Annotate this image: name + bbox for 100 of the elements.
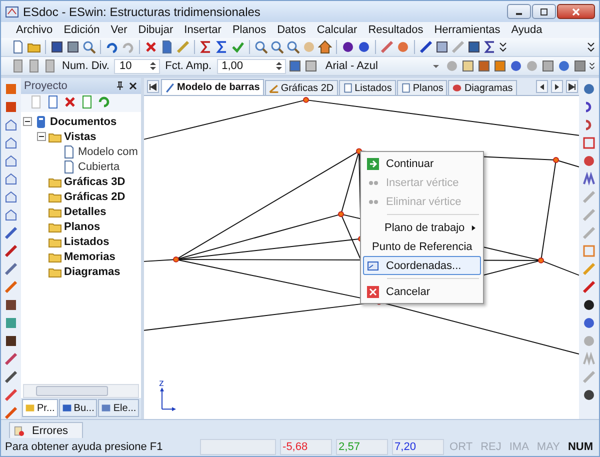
tree-item[interactable]: Documentos [50,116,117,128]
tree-item[interactable]: Gráficas 3D [64,176,126,188]
dot-icon[interactable] [582,154,596,168]
square-icon[interactable] [572,59,587,73]
box-icon[interactable] [4,154,18,168]
dot-icon[interactable] [582,82,596,96]
dot-icon[interactable] [341,40,355,54]
num-div-field[interactable]: 10 [114,58,160,74]
box-icon[interactable] [4,136,18,150]
pin-icon[interactable] [115,81,125,91]
minimize-button[interactable] [507,4,531,19]
next-tab-button[interactable] [551,80,563,93]
dot-icon[interactable] [582,316,596,330]
maximize-button[interactable] [532,4,556,19]
menu-item[interactable]: Punto de Referencia [363,237,481,256]
page-icon[interactable] [160,40,174,54]
page-icon[interactable] [43,59,57,73]
box-icon[interactable] [4,172,18,186]
magnifier-icon[interactable] [254,40,268,54]
menu-item[interactable]: Herramientas [429,23,506,37]
tree-item[interactable]: Diagramas [64,266,120,278]
expander-icon[interactable] [23,117,32,126]
menu-item[interactable]: Datos [272,23,311,37]
dot-icon[interactable] [444,59,459,73]
magnifier-icon[interactable] [82,40,96,54]
pencil-icon[interactable] [419,40,433,54]
menu-item[interactable]: Ver [106,23,132,37]
square-icon[interactable] [50,40,64,54]
tree-item[interactable]: Cubierta [78,160,120,172]
chevron-icon[interactable] [587,41,595,53]
square-icon[interactable] [582,136,596,150]
page-icon[interactable] [304,59,318,73]
pencil-icon[interactable] [4,226,18,240]
last-tab-button[interactable] [566,80,578,93]
chevron-icon[interactable] [588,60,595,72]
block-icon[interactable] [4,334,18,348]
menu-item[interactable]: Dibujar [133,23,178,37]
menu-item[interactable]: Ayuda [506,23,548,37]
page-icon[interactable] [11,40,25,54]
pencil-icon[interactable] [4,406,18,420]
menu-item[interactable]: Archivo [11,23,58,37]
page-icon[interactable] [460,59,475,73]
square-icon[interactable] [66,40,80,54]
document-tab[interactable]: Listados [338,80,396,95]
zigzag-icon[interactable] [582,172,596,186]
pencil-icon[interactable] [4,388,18,402]
house-icon[interactable] [318,40,332,54]
dot-icon[interactable] [582,298,596,312]
tree-item[interactable]: Memorias [64,250,116,262]
close-icon[interactable] [128,81,138,91]
close-button[interactable] [557,4,595,19]
page-icon[interactable] [27,59,41,73]
dot-icon[interactable] [357,40,371,54]
dot-icon[interactable] [582,388,596,402]
pencil-icon[interactable] [4,280,18,294]
square-icon[interactable] [435,40,449,54]
square-icon[interactable] [467,40,481,54]
menu-item[interactable]: Insertar [179,23,226,37]
expander-icon[interactable] [37,132,46,141]
tree-item[interactable]: Planos [64,220,100,232]
menu-item[interactable]: Plano de trabajo [363,218,481,237]
previous-tab-button[interactable] [536,80,548,93]
zigzag-icon[interactable] [215,40,229,54]
tree-item[interactable]: Gráficas 2D [64,190,126,202]
pencil-icon[interactable] [4,262,18,276]
document-tab[interactable]: Modelo de barras [161,79,264,95]
box-icon[interactable] [4,118,18,132]
square-icon[interactable] [492,59,507,73]
menu-item[interactable]: Edición [58,23,105,37]
spinner-icon[interactable] [149,60,158,72]
tree-item[interactable]: Vistas [64,130,96,142]
magnifier-icon[interactable] [270,40,284,54]
page-icon[interactable] [46,95,60,109]
style-dropdown[interactable]: Arial - Azul [320,58,443,74]
block-icon[interactable] [4,298,18,312]
zigzag-icon[interactable] [483,40,497,54]
square-icon[interactable] [288,59,302,73]
menu-item[interactable]: Calcular [312,23,362,37]
cross-icon[interactable] [63,95,77,109]
box-icon[interactable] [4,208,18,222]
menu-item[interactable]: Continuar [363,154,481,173]
dot-icon[interactable] [524,59,539,73]
horizontal-scrollbar[interactable] [23,384,139,398]
square-icon[interactable] [540,59,555,73]
menu-item[interactable]: Coordenadas... [363,256,481,275]
pencil-icon[interactable] [582,280,596,294]
zigzag-icon[interactable] [199,40,213,54]
dot-icon[interactable] [582,334,596,348]
panel-tab[interactable]: Ele... [98,399,140,417]
document-tab[interactable]: Diagramas [448,80,517,95]
menu-item[interactable]: Resultados [363,23,428,37]
document-tab[interactable]: Planos [396,80,448,95]
cross-icon[interactable] [144,40,158,54]
pencil-icon[interactable] [4,352,18,366]
page-icon[interactable] [11,59,25,73]
dot-icon[interactable] [508,59,523,73]
check-icon[interactable] [231,40,245,54]
magnifier-icon[interactable] [286,40,300,54]
dot-icon[interactable] [302,40,316,54]
box-icon[interactable] [4,190,18,204]
